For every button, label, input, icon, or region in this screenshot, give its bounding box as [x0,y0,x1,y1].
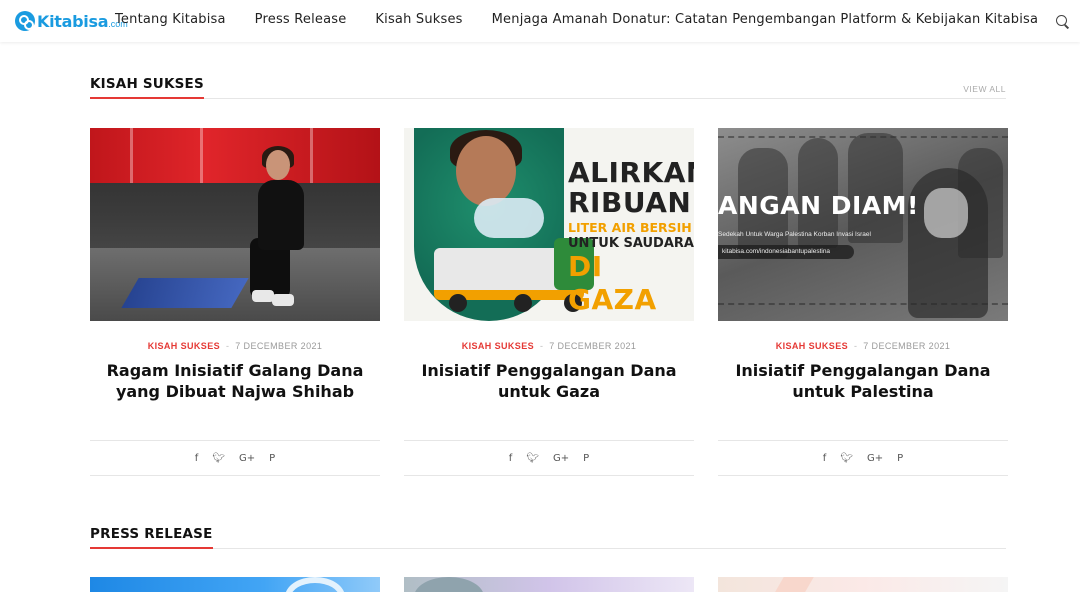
image-text: RIBUAN [568,186,692,219]
twitter-icon[interactable]: 🐦︎ [212,453,225,464]
google-plus-icon[interactable]: G+ [553,453,569,464]
category-link[interactable]: KISAH SUKSES [462,341,534,351]
article-thumbnail[interactable] [404,577,694,592]
share-bar: f 🐦︎ G+ P [404,440,694,476]
image-text: UNTUK SAUDARA [568,236,694,251]
pinterest-icon[interactable]: P [897,453,903,464]
google-plus-icon[interactable]: G+ [239,453,255,464]
article-card: ALIRKAN RIBUAN LITER AIR BERSIH UNTUK SA… [404,128,694,476]
facebook-icon[interactable]: f [823,453,827,464]
category-link[interactable]: KISAH SUKSES [148,341,220,351]
article-date: 7 DECEMBER 2021 [549,341,637,351]
share-bar: f 🐦︎ G+ P [718,440,1008,476]
meta-separator: - [225,341,230,351]
section-header-press-release: PRESS RELEASE [90,526,1006,549]
kitabisa-logo-icon [15,11,35,31]
twitter-icon[interactable]: 🐦︎ [526,453,539,464]
nav-item-menjaga-amanah[interactable]: Menjaga Amanah Donatur: Catatan Pengemba… [492,12,1039,27]
article-thumbnail[interactable] [90,128,380,321]
share-bar: f 🐦︎ G+ P [90,440,380,476]
section-header-kisah-sukses: KISAH SUKSES VIEW ALL [90,76,1006,99]
image-text: ANGAN DIAM! [718,191,919,220]
nav-item-tentang-kitabisa[interactable]: Tentang Kitabisa [115,12,226,27]
view-all-link[interactable]: VIEW ALL [963,84,1006,94]
article-card: KISAH SUKSES - 7 DECEMBER 2021 Ragam Ini… [90,128,380,476]
article-title[interactable]: Inisiatif Penggalangan Dana untuk Gaza [404,360,694,440]
article-thumbnail[interactable] [718,577,1008,592]
section-title: KISAH SUKSES [90,76,204,99]
article-date: 7 DECEMBER 2021 [863,341,951,351]
section-title: PRESS RELEASE [90,526,213,549]
meta-separator: - [853,341,858,351]
article-meta: KISAH SUKSES - 7 DECEMBER 2021 [718,341,1008,351]
image-text: LITER AIR BERSIH [568,220,692,235]
article-meta: KISAH SUKSES - 7 DECEMBER 2021 [90,341,380,351]
google-plus-icon[interactable]: G+ [867,453,883,464]
image-text: ALIRKAN [568,156,694,189]
search-icon[interactable] [1054,13,1070,29]
category-link[interactable]: KISAH SUKSES [776,341,848,351]
logo-text: Kitabisa [37,11,109,31]
article-thumbnail[interactable]: ANGAN DIAM! Sedekah Untuk Warga Palestin… [718,128,1008,321]
nav-item-kisah-sukses[interactable]: Kisah Sukses [375,12,462,27]
article-date: 7 DECEMBER 2021 [235,341,323,351]
main-nav: Tentang Kitabisa Press Release Kisah Suk… [115,12,1067,27]
twitter-icon[interactable]: 🐦︎ [840,453,853,464]
image-text: kitabisa.com/indonesiabantupalestina [718,245,854,259]
meta-separator: - [539,341,544,351]
article-title[interactable]: Inisiatif Penggalangan Dana untuk Palest… [718,360,1008,440]
image-text: Sedekah Untuk Warga Palestina Korban Inv… [718,231,871,238]
article-thumbnail[interactable] [90,577,380,592]
kitabisa-logo[interactable]: Kitabisa .com [15,10,128,32]
article-card: ANGAN DIAM! Sedekah Untuk Warga Palestin… [718,128,1008,476]
image-text: DI GAZA [568,250,657,316]
article-meta: KISAH SUKSES - 7 DECEMBER 2021 [404,341,694,351]
article-thumbnail[interactable]: ALIRKAN RIBUAN LITER AIR BERSIH UNTUK SA… [404,128,694,321]
pinterest-icon[interactable]: P [583,453,589,464]
nav-item-press-release[interactable]: Press Release [255,12,347,27]
facebook-icon[interactable]: f [195,453,199,464]
facebook-icon[interactable]: f [509,453,513,464]
article-title[interactable]: Ragam Inisiatif Galang Dana yang Dibuat … [90,360,380,440]
pinterest-icon[interactable]: P [269,453,275,464]
top-navbar: Kitabisa .com Tentang Kitabisa Press Rel… [0,0,1080,42]
